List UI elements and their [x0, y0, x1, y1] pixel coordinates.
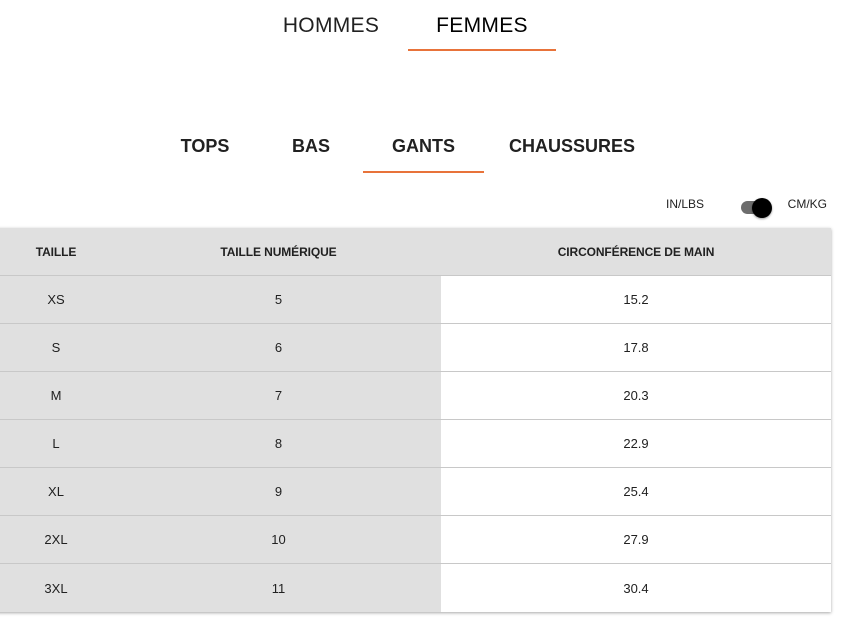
header-taille-numerique: TAILLE NUMÉRIQUE: [116, 228, 441, 276]
table-row: XS 5 15.2: [0, 275, 831, 324]
table-row: S 6 17.8: [0, 323, 831, 372]
cell-size: 3XL: [0, 563, 116, 612]
table-row: L 8 22.9: [0, 419, 831, 468]
table-row: 3XL 11 30.4: [0, 563, 831, 612]
tab-chaussures[interactable]: CHAUSSURES: [506, 136, 638, 172]
cell-numeric-size: 6: [116, 323, 441, 372]
cell-hand-circumference: 25.4: [441, 467, 831, 516]
cell-numeric-size: 5: [116, 275, 441, 324]
cell-size: 2XL: [0, 515, 116, 564]
cell-size: XL: [0, 467, 116, 516]
table-row: M 7 20.3: [0, 371, 831, 420]
cell-size: L: [0, 419, 116, 468]
cell-hand-circumference: 20.3: [441, 371, 831, 420]
cell-size: XS: [0, 275, 116, 324]
cell-numeric-size: 8: [116, 419, 441, 468]
cell-size: S: [0, 323, 116, 372]
unit-label-cm-kg: CM/KG: [787, 197, 827, 211]
tab-hommes[interactable]: HOMMES: [278, 14, 384, 50]
table-header-row: TAILLE TAILLE NUMÉRIQUE CIRCONFÉRENCE DE…: [0, 228, 831, 276]
table-row: XL 9 25.4: [0, 467, 831, 516]
cell-numeric-size: 9: [116, 467, 441, 516]
header-circonference-main: CIRCONFÉRENCE DE MAIN: [441, 228, 831, 276]
cell-hand-circumference: 27.9: [441, 515, 831, 564]
cell-numeric-size: 7: [116, 371, 441, 420]
tab-tops[interactable]: TOPS: [170, 136, 240, 172]
cell-hand-circumference: 30.4: [441, 563, 831, 612]
tab-bas[interactable]: BAS: [280, 136, 342, 172]
unit-label-in-lbs: IN/LBS: [665, 197, 704, 211]
tab-femmes[interactable]: FEMMES: [408, 14, 556, 51]
table-row: 2XL 10 27.9: [0, 515, 831, 564]
cell-numeric-size: 10: [116, 515, 441, 564]
tab-gants[interactable]: GANTS: [363, 136, 484, 173]
cell-numeric-size: 11: [116, 563, 441, 612]
size-chart-table: TAILLE TAILLE NUMÉRIQUE CIRCONFÉRENCE DE…: [0, 228, 831, 612]
category-tabs: TOPS BAS GANTS CHAUSSURES: [0, 130, 855, 174]
switch-knob[interactable]: [752, 198, 772, 218]
cell-hand-circumference: 22.9: [441, 419, 831, 468]
unit-toggle: IN/LBS CM/KG: [627, 193, 827, 218]
unit-switch[interactable]: [739, 194, 775, 218]
gender-tabs: HOMMES FEMMES: [0, 0, 855, 52]
cell-size: M: [0, 371, 116, 420]
cell-hand-circumference: 17.8: [441, 323, 831, 372]
header-taille: TAILLE: [0, 228, 116, 276]
cell-hand-circumference: 15.2: [441, 275, 831, 324]
